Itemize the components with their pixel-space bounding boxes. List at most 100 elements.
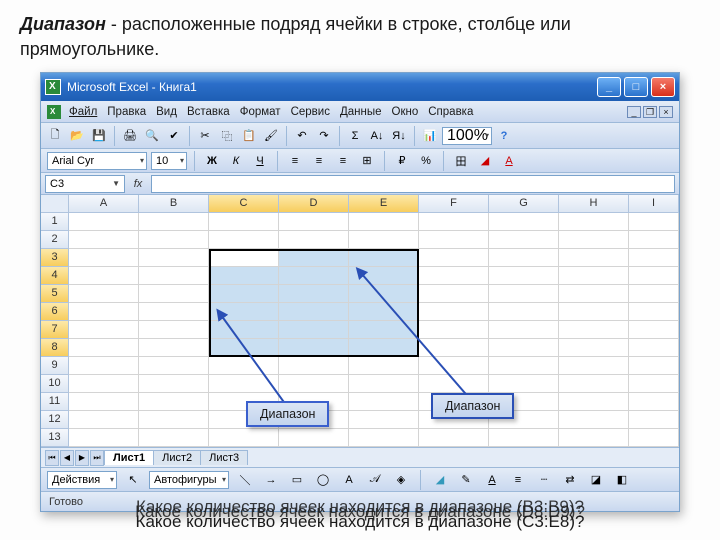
percent-icon[interactable]: % — [416, 151, 436, 171]
cell-I3[interactable] — [629, 249, 679, 267]
cell-D5[interactable] — [279, 285, 349, 303]
arrow-icon[interactable]: → — [261, 470, 281, 490]
cell-F10[interactable] — [419, 375, 489, 393]
cell-B11[interactable] — [139, 393, 209, 411]
sort-desc-icon[interactable]: Я↓ — [389, 126, 409, 146]
cell-C1[interactable] — [209, 213, 279, 231]
cell-D6[interactable] — [279, 303, 349, 321]
cell-B7[interactable] — [139, 321, 209, 339]
cell-I12[interactable] — [629, 411, 679, 429]
minimize-button[interactable]: _ — [597, 77, 621, 97]
rowhead-4[interactable]: 4 — [41, 267, 69, 285]
cell-F1[interactable] — [419, 213, 489, 231]
redo-icon[interactable]: ↷ — [314, 126, 334, 146]
cell-E11[interactable] — [349, 393, 419, 411]
cell-H12[interactable] — [559, 411, 629, 429]
actions-combo[interactable]: Действия — [47, 471, 117, 489]
cell-F13[interactable] — [419, 429, 489, 447]
cell-G2[interactable] — [489, 231, 559, 249]
cell-B2[interactable] — [139, 231, 209, 249]
cell-C10[interactable] — [209, 375, 279, 393]
cell-D8[interactable] — [279, 339, 349, 357]
help-icon[interactable]: ? — [494, 126, 514, 146]
textbox-icon[interactable]: A — [339, 470, 359, 490]
rowhead-7[interactable]: 7 — [41, 321, 69, 339]
cell-A4[interactable] — [69, 267, 139, 285]
arrow-style-icon[interactable]: ⇄ — [560, 470, 580, 490]
sort-asc-icon[interactable]: A↓ — [367, 126, 387, 146]
currency-icon[interactable]: ₽ — [392, 151, 412, 171]
cell-G3[interactable] — [489, 249, 559, 267]
undo-icon[interactable]: ↶ — [292, 126, 312, 146]
cell-H8[interactable] — [559, 339, 629, 357]
sheet-tab-2[interactable]: Лист2 — [153, 450, 201, 465]
rowhead-5[interactable]: 5 — [41, 285, 69, 303]
cell-A13[interactable] — [69, 429, 139, 447]
cell-D1[interactable] — [279, 213, 349, 231]
name-box[interactable]: C3 ▼ — [45, 175, 125, 193]
chart-icon[interactable]: 📊 — [420, 126, 440, 146]
cell-C6[interactable] — [209, 303, 279, 321]
cell-B13[interactable] — [139, 429, 209, 447]
line-style-icon[interactable]: ≡ — [508, 470, 528, 490]
cell-B5[interactable] — [139, 285, 209, 303]
align-center-icon[interactable]: ≡ — [309, 151, 329, 171]
maximize-button[interactable]: □ — [624, 77, 648, 97]
preview-icon[interactable]: 🔍 — [142, 126, 162, 146]
cell-F9[interactable] — [419, 357, 489, 375]
cell-H2[interactable] — [559, 231, 629, 249]
cell-E6[interactable] — [349, 303, 419, 321]
cell-G6[interactable] — [489, 303, 559, 321]
cell-C3[interactable] — [209, 249, 279, 267]
menu-tools[interactable]: Сервис — [291, 106, 330, 118]
menu-file[interactable]: Файл — [69, 106, 97, 118]
cell-I7[interactable] — [629, 321, 679, 339]
menu-view[interactable]: Вид — [156, 106, 177, 118]
cell-F2[interactable] — [419, 231, 489, 249]
cell-C4[interactable] — [209, 267, 279, 285]
cell-E1[interactable] — [349, 213, 419, 231]
cell-F6[interactable] — [419, 303, 489, 321]
rowhead-13[interactable]: 13 — [41, 429, 69, 447]
cell-G4[interactable] — [489, 267, 559, 285]
col-B[interactable]: B — [139, 195, 209, 213]
bold-icon[interactable]: Ж — [202, 151, 222, 171]
cell-I10[interactable] — [629, 375, 679, 393]
rowhead-8[interactable]: 8 — [41, 339, 69, 357]
cell-F3[interactable] — [419, 249, 489, 267]
align-right-icon[interactable]: ≡ — [333, 151, 353, 171]
cell-D13[interactable] — [279, 429, 349, 447]
cell-C2[interactable] — [209, 231, 279, 249]
font-color2-icon[interactable]: A — [482, 470, 502, 490]
oval-icon[interactable]: ◯ — [313, 470, 333, 490]
cell-I9[interactable] — [629, 357, 679, 375]
rowhead-11[interactable]: 11 — [41, 393, 69, 411]
cell-H3[interactable] — [559, 249, 629, 267]
font-size-combo[interactable]: 10 — [151, 152, 187, 170]
underline-icon[interactable]: Ч — [250, 151, 270, 171]
cell-G9[interactable] — [489, 357, 559, 375]
menu-data[interactable]: Данные — [340, 106, 382, 118]
menu-window[interactable]: Окно — [392, 106, 419, 118]
rowhead-9[interactable]: 9 — [41, 357, 69, 375]
fill-icon[interactable]: ◢ — [430, 470, 450, 490]
menu-format[interactable]: Формат — [240, 106, 281, 118]
menu-insert[interactable]: Вставка — [187, 106, 230, 118]
cell-A6[interactable] — [69, 303, 139, 321]
cell-I8[interactable] — [629, 339, 679, 357]
cell-H11[interactable] — [559, 393, 629, 411]
menu-edit[interactable]: Правка — [107, 106, 146, 118]
autoshapes-combo[interactable]: Автофигуры — [149, 471, 229, 489]
cell-F4[interactable] — [419, 267, 489, 285]
mdi-close-button[interactable]: × — [659, 106, 673, 118]
cell-B12[interactable] — [139, 411, 209, 429]
col-C[interactable]: C — [209, 195, 279, 213]
mdi-restore-button[interactable]: ❐ — [643, 106, 657, 118]
cell-B4[interactable] — [139, 267, 209, 285]
cell-D9[interactable] — [279, 357, 349, 375]
cell-E7[interactable] — [349, 321, 419, 339]
sum-icon[interactable]: Σ — [345, 126, 365, 146]
dash-icon[interactable]: ┄ — [534, 470, 554, 490]
cell-E13[interactable] — [349, 429, 419, 447]
cell-G8[interactable] — [489, 339, 559, 357]
